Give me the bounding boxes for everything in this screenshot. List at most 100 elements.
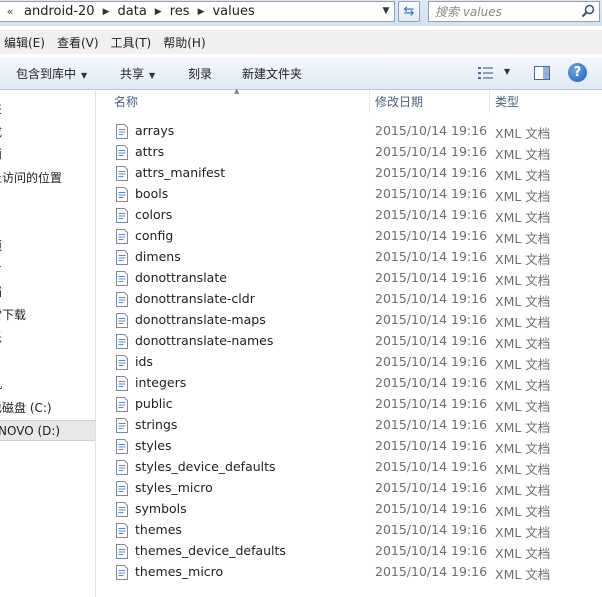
table-row[interactable]: donottranslate 2015/10/14 19:16 XML 文档	[111, 268, 591, 289]
new-folder-button[interactable]: 新建文件夹	[242, 65, 302, 82]
file-date: 2015/10/14 19:16	[375, 249, 488, 264]
table-row[interactable]: arrays 2015/10/14 19:16 XML 文档	[111, 121, 591, 142]
file-name: dimens	[135, 249, 181, 264]
nav-item[interactable]: 须	[0, 236, 2, 257]
file-name: styles_device_defaults	[135, 459, 276, 474]
table-row[interactable]: public 2015/10/14 19:16 XML 文档	[111, 394, 591, 415]
nav-item[interactable]: 片	[0, 259, 2, 280]
xml-file-icon	[116, 544, 128, 559]
chevron-down-icon: ▼	[81, 71, 88, 80]
nav-item[interactable]: 丘访问的位置	[0, 168, 62, 189]
table-row[interactable]: donottranslate-names 2015/10/14 19:16 XML …	[111, 331, 591, 352]
table-row[interactable]: colors 2015/10/14 19:16 XML 文档	[111, 205, 591, 226]
table-row[interactable]: ids 2015/10/14 19:16 XML 文档	[111, 352, 591, 373]
xml-file-icon	[116, 355, 128, 370]
include-in-library-label: 包含到库中	[16, 67, 77, 81]
nav-item[interactable]: 面	[0, 144, 2, 165]
file-name: donottranslate-names	[135, 333, 274, 348]
table-row[interactable]: dimens 2015/10/14 19:16 XML 文档	[111, 247, 591, 268]
column-header-name[interactable]: 名称	[114, 91, 138, 113]
new-folder-label: 新建文件夹	[242, 67, 303, 81]
file-type: XML 文档	[495, 504, 551, 519]
search-input[interactable]	[429, 2, 579, 21]
table-row[interactable]: bools 2015/10/14 19:16 XML 文档	[111, 184, 591, 205]
command-bar: 包含到库中 ▼ 共享 ▼ 刻录 新建文件夹 ▼ ?	[0, 57, 602, 90]
address-bar-row: « android-20 ▶ data ▶ res ▶ values ▼ ⇆	[0, 0, 602, 26]
xml-file-icon	[116, 124, 128, 139]
address-bar[interactable]: « android-20 ▶ data ▶ res ▶ values ▼	[0, 1, 395, 22]
table-row[interactable]: attrs_manifest 2015/10/14 19:16 XML 文档	[111, 163, 591, 184]
file-name: themes	[135, 522, 182, 537]
xml-file-icon	[116, 271, 128, 286]
menu-tools[interactable]: 工具(T)	[107, 34, 160, 51]
help-icon[interactable]: ?	[568, 63, 587, 82]
menu-edit[interactable]: 编辑(E)	[0, 34, 53, 51]
column-header-type[interactable]: 类型	[495, 91, 519, 113]
file-name: strings	[135, 417, 178, 432]
file-type: XML 文档	[495, 231, 551, 246]
search-box[interactable]	[428, 1, 600, 22]
nav-item-selected[interactable]: NOVO (D:)	[0, 420, 95, 441]
table-row[interactable]: styles 2015/10/14 19:16 XML 文档	[111, 436, 591, 457]
file-date: 2015/10/14 19:16	[375, 522, 488, 537]
breadcrumb-item[interactable]: values	[208, 4, 258, 19]
file-name: config	[135, 228, 174, 243]
table-row[interactable]: styles_device_defaults 2015/10/14 19:16 XM…	[111, 457, 591, 478]
nav-item[interactable]: 乐	[0, 328, 2, 349]
column-divider[interactable]	[369, 91, 370, 113]
file-type: XML 文档	[495, 168, 551, 183]
nav-item[interactable]: 机	[0, 374, 2, 395]
table-row[interactable]: integers 2015/10/14 19:16 XML 文档	[111, 373, 591, 394]
menu-help[interactable]: 帮助(H)	[159, 34, 213, 51]
nav-item[interactable]: 戉	[0, 122, 2, 143]
breadcrumb-item[interactable]: res	[166, 4, 194, 19]
nav-item[interactable]: 夹	[0, 99, 2, 120]
table-row[interactable]: donottranslate-cldr 2015/10/14 19:16 XML 文…	[111, 289, 591, 310]
table-row[interactable]: themes_device_defaults 2015/10/14 19:16 XM…	[111, 541, 591, 562]
search-icon[interactable]	[581, 4, 595, 18]
table-row[interactable]: donottranslate-maps 2015/10/14 19:16 XML 文…	[111, 310, 591, 331]
breadcrumb-chevron-icon[interactable]: ▶	[151, 7, 166, 17]
file-type: XML 文档	[495, 210, 551, 225]
breadcrumb-chevron-icon[interactable]: ▶	[99, 7, 114, 17]
column-header-modified[interactable]: 修改日期	[375, 91, 423, 113]
menu-view[interactable]: 查看(V)	[53, 34, 107, 51]
xml-file-icon	[116, 334, 128, 349]
column-divider[interactable]	[489, 91, 490, 113]
view-options-icon[interactable]	[478, 66, 496, 80]
file-date: 2015/10/14 19:16	[375, 123, 488, 138]
breadcrumb-overflow[interactable]: «	[0, 5, 20, 18]
table-row[interactable]: symbols 2015/10/14 19:16 XML 文档	[111, 499, 591, 520]
breadcrumb-item[interactable]: android-20	[20, 4, 99, 19]
file-date: 2015/10/14 19:16	[375, 333, 488, 348]
file-date: 2015/10/14 19:16	[375, 375, 488, 390]
file-name: arrays	[135, 123, 175, 138]
file-date: 2015/10/14 19:16	[375, 270, 488, 285]
table-row[interactable]: attrs 2015/10/14 19:16 XML 文档	[111, 142, 591, 163]
view-dropdown-icon[interactable]: ▼	[504, 67, 510, 76]
preview-pane-icon[interactable]	[534, 65, 550, 81]
file-type: XML 文档	[495, 546, 551, 561]
share-button[interactable]: 共享 ▼	[120, 65, 155, 82]
table-row[interactable]: config 2015/10/14 19:16 XML 文档	[111, 226, 591, 247]
refresh-button[interactable]: ⇆	[398, 1, 420, 22]
breadcrumb-chevron-icon[interactable]: ▶	[194, 7, 209, 17]
breadcrumb-item[interactable]: data	[114, 4, 151, 19]
file-type: XML 文档	[495, 315, 551, 330]
xml-file-icon	[116, 292, 128, 307]
table-row[interactable]: themes_micro 2015/10/14 19:16 XML 文档	[111, 562, 591, 583]
nav-item[interactable]: 挡	[0, 282, 2, 303]
xml-file-icon	[116, 460, 128, 475]
nav-item[interactable]: 也磁盘 (C:)	[0, 398, 52, 419]
nav-item[interactable]: 雷下载	[0, 305, 26, 326]
file-date: 2015/10/14 19:16	[375, 480, 488, 495]
file-name: attrs_manifest	[135, 165, 226, 180]
address-dropdown-icon[interactable]: ▼	[378, 2, 394, 21]
include-in-library-button[interactable]: 包含到库中 ▼	[16, 65, 87, 82]
table-row[interactable]: themes 2015/10/14 19:16 XML 文档	[111, 520, 591, 541]
table-row[interactable]: strings 2015/10/14 19:16 XML 文档	[111, 415, 591, 436]
burn-button[interactable]: 刻录	[188, 65, 212, 82]
table-row[interactable]: styles_micro 2015/10/14 19:16 XML 文档	[111, 478, 591, 499]
chevron-down-icon: ▼	[149, 71, 156, 80]
file-date: 2015/10/14 19:16	[375, 501, 488, 516]
